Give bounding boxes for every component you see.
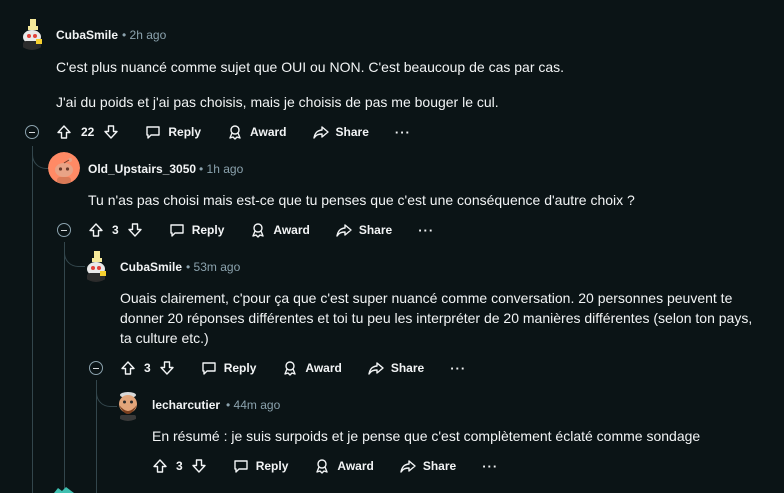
more-options-button[interactable]: ··· [482, 459, 498, 474]
award-button[interactable]: Award [227, 124, 287, 140]
award-button[interactable]: Award [250, 222, 310, 238]
share-button[interactable]: Share [368, 360, 424, 376]
share-icon [400, 460, 416, 473]
more-options-button[interactable]: ··· [450, 361, 466, 376]
collapse-thread-button[interactable] [89, 361, 103, 375]
award-icon [252, 223, 265, 238]
comment-body-paragraph: En résumé : je suis surpoids et je pense… [152, 428, 701, 444]
share-icon [336, 224, 352, 237]
comment-timestamp[interactable]: 2h ago [122, 28, 167, 42]
comment-timestamp[interactable]: 44m ago [226, 398, 281, 412]
comment-action-bar: 22 Reply Award Share ··· [56, 120, 411, 144]
comment-icon [146, 126, 161, 139]
avatar[interactable] [112, 389, 144, 421]
collapse-thread-button[interactable] [25, 125, 39, 139]
downvote-icon[interactable] [127, 222, 143, 238]
comment-icon [201, 362, 216, 375]
comment-author[interactable]: Old_Upstairs_3050 [88, 162, 196, 176]
reply-label: Reply [168, 125, 202, 139]
vote-group: 3 [88, 222, 143, 238]
comment-icon [169, 224, 184, 237]
comment-timestamp[interactable]: 53m ago [186, 260, 241, 274]
comment-body-paragraph: Ouais clairement, c'pour ça que c'est su… [120, 290, 753, 346]
vote-count: 3 [176, 459, 183, 473]
avatar[interactable] [80, 250, 112, 282]
comment-body-paragraph: J'ai du poids et j'ai pas choisis, mais … [56, 94, 499, 110]
award-icon [229, 125, 241, 140]
upvote-icon[interactable] [120, 360, 136, 376]
vote-group: 3 [120, 360, 175, 376]
vote-group: 3 [152, 458, 207, 474]
share-icon [368, 362, 384, 375]
upvote-icon[interactable] [56, 124, 72, 140]
more-options-button[interactable]: ··· [418, 223, 434, 238]
award-icon [284, 361, 297, 376]
comment-action-bar: 3 Reply Award Share ··· [88, 218, 434, 242]
bearded-snoo-avatar-icon [119, 392, 137, 421]
reply-button[interactable]: Reply [233, 458, 289, 474]
comment-author[interactable]: CubaSmile [56, 28, 118, 42]
award-button[interactable]: Award [314, 458, 374, 474]
reply-button[interactable]: Reply [169, 222, 225, 238]
award-label: Award [305, 361, 342, 375]
share-icon [312, 126, 329, 139]
share-label: Share [335, 125, 369, 139]
award-button[interactable]: Award [282, 360, 342, 376]
default-orange-snoo-avatar-icon [48, 152, 80, 184]
comment-author[interactable]: lecharcutier [152, 398, 220, 412]
more-options-button[interactable]: ··· [395, 125, 411, 140]
share-button[interactable]: Share [400, 458, 456, 474]
share-label: Share [390, 361, 425, 375]
comment-icon [233, 460, 248, 473]
share-button[interactable]: Share [336, 222, 392, 238]
vote-count: 3 [112, 223, 119, 237]
upvote-icon[interactable] [88, 222, 104, 238]
avatar[interactable] [16, 18, 48, 50]
award-label: Award [337, 459, 374, 473]
vote-group: 22 [56, 124, 119, 140]
avatar-icon [54, 487, 74, 493]
share-label: Share [422, 459, 457, 473]
comment-body-paragraph: Tu n'as pas choisi mais est-ce que tu pe… [88, 192, 635, 208]
reply-button[interactable]: Reply [201, 360, 257, 376]
upvote-icon[interactable] [152, 458, 168, 474]
reply-button[interactable]: Reply [145, 124, 201, 140]
comment-action-bar: 3 Reply Award Share ··· [152, 454, 498, 478]
comment-author[interactable]: CubaSmile [120, 260, 182, 274]
award-label: Award [250, 125, 287, 139]
downvote-icon[interactable] [103, 124, 119, 140]
award-label: Award [273, 223, 310, 237]
share-button[interactable]: Share [312, 124, 369, 140]
avatar[interactable] [48, 152, 80, 184]
comment-action-bar: 3 Reply Award Share ··· [120, 356, 466, 380]
reply-label: Reply [223, 361, 257, 375]
thread-line [64, 242, 65, 493]
comment-body-paragraph: C'est plus nuancé comme sujet que OUI ou… [56, 59, 565, 75]
comment-timestamp[interactable]: 1h ago [199, 162, 244, 176]
next-comment-avatar-partial[interactable] [52, 486, 74, 493]
vote-count: 3 [144, 361, 151, 375]
snoo-banana-avatar-icon [87, 251, 106, 282]
downvote-icon[interactable] [191, 458, 207, 474]
reply-label: Reply [191, 223, 225, 237]
vote-count: 22 [81, 125, 95, 139]
award-icon [316, 459, 329, 474]
snoo-banana-avatar-icon [23, 19, 42, 50]
thread-line [32, 146, 33, 493]
share-label: Share [358, 223, 393, 237]
collapse-thread-button[interactable] [57, 223, 71, 237]
reply-label: Reply [255, 459, 289, 473]
downvote-icon[interactable] [159, 360, 175, 376]
